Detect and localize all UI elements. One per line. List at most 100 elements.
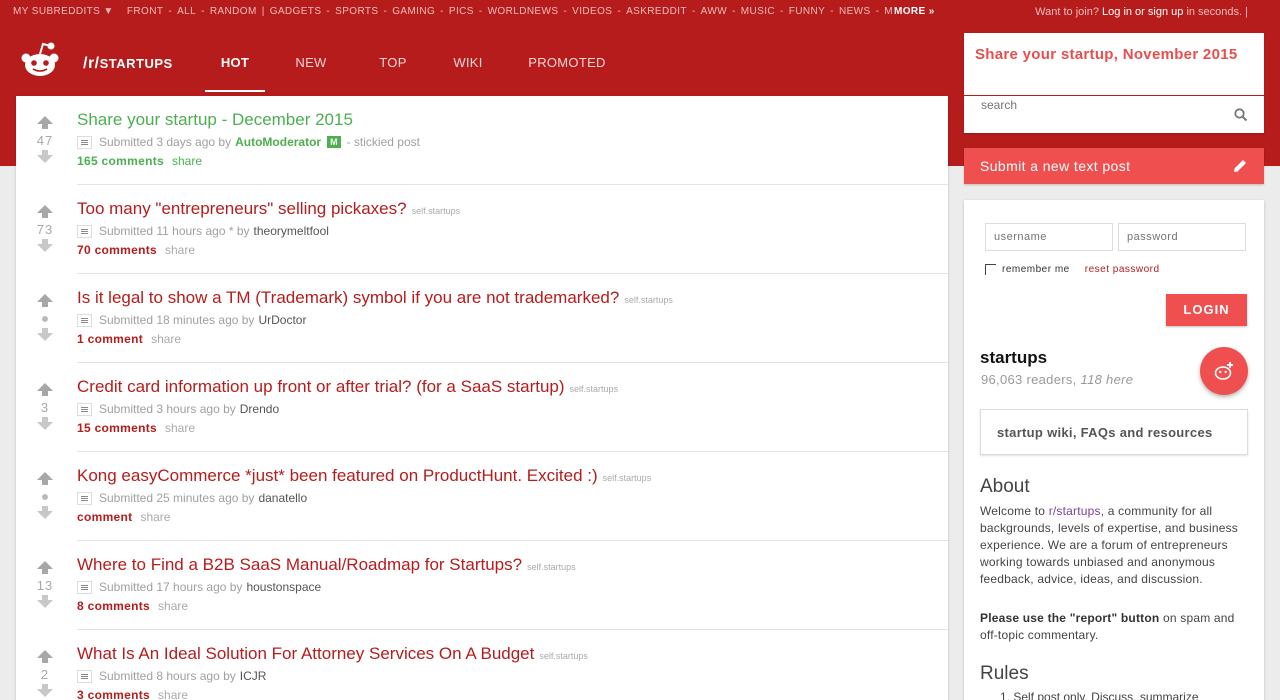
subreddit-link-sports[interactable]: SPORTS (335, 6, 378, 17)
login-button[interactable]: LOGIN (1166, 294, 1247, 326)
expand-icon[interactable] (77, 669, 92, 683)
post-domain[interactable]: self.startups (603, 473, 652, 483)
share-link[interactable]: share (158, 688, 188, 700)
post-score: 2 (40, 667, 50, 682)
subreddit-link-aww[interactable]: AWW (701, 6, 727, 17)
post-title[interactable]: Kong easyCommerce *just* been featured o… (77, 466, 598, 485)
upvote-icon[interactable] (37, 205, 53, 218)
post-author[interactable]: AutoModerator (235, 135, 321, 149)
sticky-post-link[interactable]: Share your startup, November 2015 (975, 46, 1238, 63)
submitted-text: Submitted 11 hours ago * by (99, 224, 250, 238)
post-domain[interactable]: self.startups (539, 651, 588, 661)
subreddit-prefix: /r/ (83, 55, 100, 72)
readers-online: 118 here (1080, 372, 1134, 387)
tab-promoted[interactable]: PROMOTED (507, 55, 627, 92)
subreddit-link-worldnews[interactable]: WORLDNEWS (488, 6, 559, 17)
comments-link[interactable]: comment (77, 510, 132, 524)
downvote-icon[interactable] (37, 506, 53, 519)
expand-icon[interactable] (77, 491, 92, 505)
downvote-icon[interactable] (37, 595, 53, 608)
upvote-icon[interactable] (37, 472, 53, 485)
post-domain[interactable]: self.startups (412, 206, 461, 216)
search-input[interactable] (981, 98, 1221, 112)
about-text-start: Welcome to (980, 504, 1046, 518)
subreddit-link-funny[interactable]: FUNNY (789, 6, 825, 17)
submit-text-post-button[interactable]: Submit a new text post (964, 148, 1264, 184)
subreddit-link-gaming[interactable]: GAMING (392, 6, 435, 17)
share-link[interactable]: share (158, 599, 188, 613)
expand-icon[interactable] (77, 135, 92, 149)
username-field[interactable] (985, 223, 1113, 251)
downvote-icon[interactable] (37, 150, 53, 163)
post-title[interactable]: Too many "entrepreneurs" selling pickaxe… (77, 199, 407, 218)
post-domain[interactable]: self.startups (624, 295, 673, 305)
share-link[interactable]: share (165, 421, 195, 435)
comments-link[interactable]: 15 comments (77, 421, 157, 435)
post-title[interactable]: What Is An Ideal Solution For Attorney S… (77, 644, 534, 663)
subreddit-link-front[interactable]: FRONT (127, 6, 163, 17)
search-icon[interactable] (1234, 108, 1248, 122)
upvote-icon[interactable] (37, 116, 53, 129)
expand-icon[interactable] (77, 313, 92, 327)
upvote-icon[interactable] (37, 383, 53, 396)
share-link[interactable]: share (151, 332, 181, 346)
post-title[interactable]: Where to Find a B2B SaaS Manual/Roadmap … (77, 555, 522, 574)
tab-hot[interactable]: HOT (205, 55, 265, 92)
subreddit-link-pics[interactable]: PICS (449, 6, 474, 17)
expand-icon[interactable] (77, 224, 92, 238)
downvote-icon[interactable] (37, 684, 53, 697)
reddit-logo-icon[interactable] (20, 40, 60, 78)
post-title[interactable]: Share your startup - December 2015 (77, 110, 353, 129)
comments-link[interactable]: 3 comments (77, 688, 150, 700)
post-domain[interactable]: self.startups (570, 384, 619, 394)
post-domain[interactable]: self.startups (527, 562, 576, 572)
post-author[interactable]: danatello (258, 491, 307, 505)
tab-new[interactable]: NEW (265, 55, 357, 92)
post-author[interactable]: houstonspace (246, 580, 321, 594)
subreddit-link[interactable]: r/startups (1049, 504, 1101, 518)
comments-link[interactable]: 165 comments (77, 154, 164, 168)
more-subreddits-link[interactable]: MORE » (894, 6, 935, 17)
post-author[interactable]: UrDoctor (258, 313, 306, 327)
post-author[interactable]: Drendo (240, 402, 279, 416)
share-link[interactable]: share (140, 510, 170, 524)
subreddit-title[interactable]: /r/STARTUPS (83, 55, 173, 73)
share-link[interactable]: share (165, 243, 195, 257)
expand-icon[interactable] (77, 402, 92, 416)
downvote-icon[interactable] (37, 328, 53, 341)
subreddit-link-movies[interactable]: MOVIES (884, 6, 893, 17)
report-notice: Please use the "report" button on spam a… (980, 610, 1250, 644)
subreddit-link-videos[interactable]: VIDEOS (572, 6, 612, 17)
wiki-link[interactable]: startup wiki, FAQs and resources (980, 409, 1248, 455)
password-field[interactable] (1118, 223, 1246, 251)
subreddit-link-random[interactable]: RANDOM (210, 6, 257, 17)
expand-icon[interactable] (77, 580, 92, 594)
upvote-icon[interactable] (37, 294, 53, 307)
subreddit-link-all[interactable]: ALL (177, 6, 196, 17)
post-title[interactable]: Is it legal to show a TM (Trademark) sym… (77, 288, 619, 307)
subscribe-button[interactable] (1200, 347, 1248, 395)
reset-password-link[interactable]: reset password (1085, 264, 1160, 275)
login-signup-link[interactable]: Log in or sign up (1102, 6, 1183, 18)
comments-link[interactable]: 70 comments (77, 243, 157, 257)
post-score: 13 (36, 578, 54, 593)
comments-link[interactable]: 1 comment (77, 332, 143, 346)
subreddit-link-news[interactable]: NEWS (839, 6, 871, 17)
share-link[interactable]: share (172, 154, 202, 168)
downvote-icon[interactable] (37, 239, 53, 252)
post-title[interactable]: Credit card information up front or afte… (77, 377, 565, 396)
remember-me-checkbox[interactable] (985, 264, 996, 275)
subreddit-link-askreddit[interactable]: ASKREDDIT (626, 6, 687, 17)
subreddit-link-music[interactable]: MUSIC (741, 6, 775, 17)
tab-top[interactable]: TOP (357, 55, 429, 92)
post-author[interactable]: ICJR (240, 669, 267, 683)
post-author[interactable]: theorymeltfool (254, 224, 329, 238)
comments-link[interactable]: 8 comments (77, 599, 150, 613)
subreddit-link-gadgets[interactable]: GADGETS (270, 6, 322, 17)
downvote-icon[interactable] (37, 417, 53, 430)
tab-wiki[interactable]: WIKI (429, 55, 507, 92)
my-subreddits-dropdown[interactable]: MY SUBREDDITS ▼ (13, 6, 114, 17)
upvote-icon[interactable] (37, 561, 53, 574)
sidebar-subreddit-name[interactable]: startups (980, 348, 1047, 368)
upvote-icon[interactable] (37, 650, 53, 663)
